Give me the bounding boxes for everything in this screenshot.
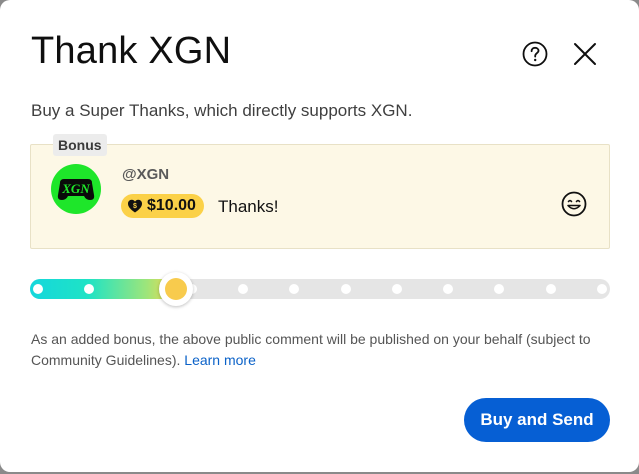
- notice-text: As an added bonus, the above public comm…: [31, 331, 591, 368]
- amount-chip: $ $10.00: [121, 194, 204, 218]
- slider-step-dot[interactable]: [597, 284, 607, 294]
- super-thanks-dialog: Thank XGN Buy a Super Thanks, which dire…: [0, 0, 639, 472]
- smiley-icon: [561, 191, 587, 217]
- slider-fill: [30, 279, 176, 299]
- slider-step-dot[interactable]: [33, 284, 43, 294]
- amount-slider[interactable]: [30, 272, 610, 306]
- slider-thumb[interactable]: [159, 272, 193, 306]
- help-circle-icon: [522, 41, 548, 67]
- emoji-button[interactable]: [560, 190, 588, 218]
- close-icon: [574, 43, 596, 65]
- dialog-subtitle: Buy a Super Thanks, which directly suppo…: [31, 101, 413, 120]
- slider-step-dot[interactable]: [545, 284, 556, 294]
- dialog-title: Thank XGN: [31, 30, 232, 72]
- learn-more-link[interactable]: Learn more: [184, 352, 256, 368]
- bonus-badge: Bonus: [53, 134, 107, 156]
- comment-message: Thanks!: [218, 197, 279, 216]
- comment-preview: [30, 144, 610, 249]
- channel-name: @XGN: [122, 166, 170, 183]
- slider-step-dot[interactable]: [391, 284, 402, 294]
- buy-and-send-button[interactable]: Buy and Send: [464, 398, 610, 442]
- slider-step-dot[interactable]: [340, 284, 351, 294]
- svg-text:$: $: [133, 203, 137, 210]
- bonus-notice: As an added bonus, the above public comm…: [31, 329, 591, 371]
- close-button[interactable]: [572, 41, 598, 67]
- help-button[interactable]: [522, 41, 548, 67]
- amount-value: $10.00: [147, 197, 196, 214]
- super-thanks-heart-icon: $: [128, 199, 142, 213]
- avatar-logo-text: XGN: [61, 181, 90, 196]
- avatar: XGN: [51, 164, 101, 214]
